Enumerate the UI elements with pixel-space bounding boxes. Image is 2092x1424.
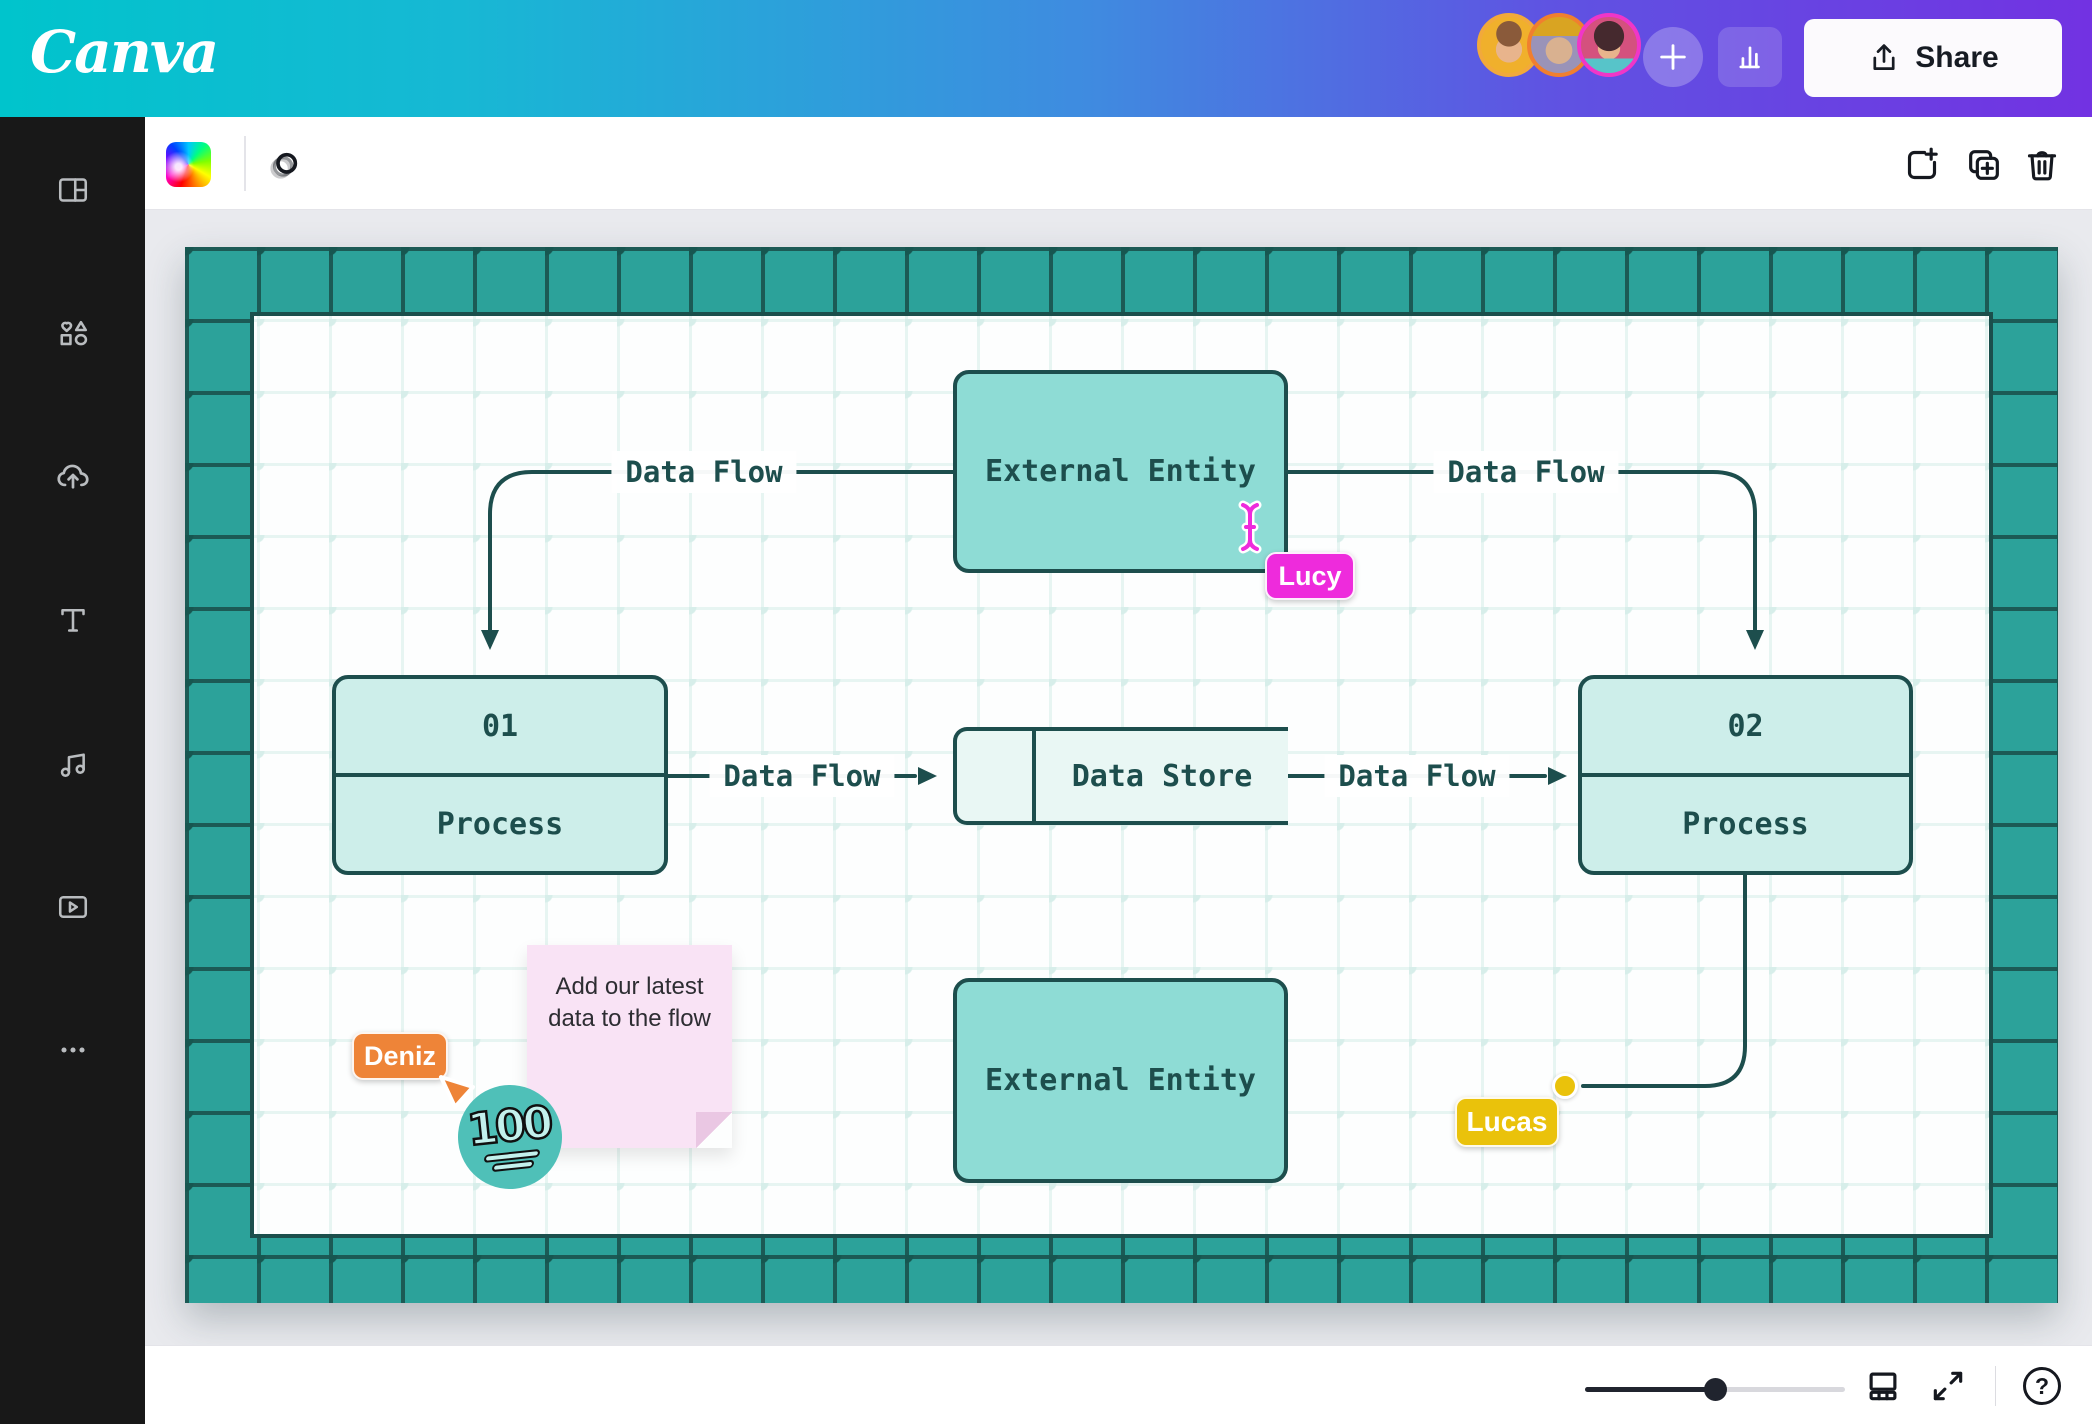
video-play-icon [55, 889, 91, 925]
help-button[interactable]: ? [2023, 1367, 2061, 1405]
node-label: Data Store [1036, 759, 1288, 794]
question-mark-icon: ? [2035, 1373, 2049, 1400]
canva-logo[interactable]: Canva [30, 18, 217, 86]
text-icon [55, 602, 91, 638]
node-label: External Entity [985, 1063, 1256, 1098]
insights-button[interactable] [1718, 27, 1782, 87]
sticky-note-text: Add our latest data to the flow [527, 945, 732, 1034]
pages-grid-icon [1864, 1367, 1902, 1405]
background-color-picker[interactable] [166, 142, 211, 187]
bottom-bar: ? [145, 1345, 2092, 1424]
sidebar-item-design[interactable] [45, 162, 101, 218]
pages-view-button[interactable] [1861, 1364, 1905, 1408]
data-store-cell [957, 731, 1036, 821]
toolbar-divider [244, 136, 246, 191]
add-page-icon [1902, 145, 1942, 185]
sidebar-item-text[interactable] [45, 592, 101, 648]
top-bar: Canva Share [0, 0, 2092, 117]
node-label: External Entity [985, 454, 1256, 489]
collaborator-label-deniz: Deniz [352, 1032, 448, 1080]
duplicate-page-icon [1964, 145, 2004, 185]
lucas-cursor-dot [1552, 1073, 1578, 1099]
upload-cloud-icon [54, 458, 92, 496]
animate-button[interactable] [258, 139, 310, 191]
sidebar-item-video[interactable] [45, 879, 101, 935]
lucy-text-cursor-icon [1233, 497, 1267, 557]
avatar[interactable] [1577, 13, 1641, 77]
sidebar-item-uploads[interactable] [45, 449, 101, 505]
collaborator-name: Lucas [1467, 1106, 1548, 1138]
node-data-store[interactable]: Data Store [953, 727, 1288, 825]
whiteboard-page[interactable]: Data Flow Data Flow Data Flow Data Flow … [185, 247, 2058, 1303]
sidebar-item-elements[interactable] [45, 305, 101, 361]
fullscreen-button[interactable] [1926, 1364, 1970, 1408]
collaborator-name: Deniz [364, 1041, 436, 1072]
canvas-background: Data Flow Data Flow Data Flow Data Flow … [145, 210, 2092, 1345]
music-note-icon [55, 746, 91, 782]
collaborator-name: Lucy [1278, 561, 1341, 592]
design-panels-icon [55, 172, 91, 208]
share-button[interactable]: Share [1804, 19, 2062, 97]
sidebar-item-more[interactable] [45, 1022, 101, 1078]
elements-shapes-icon [55, 315, 91, 351]
ellipsis-icon [55, 1032, 91, 1068]
expand-arrows-icon [1929, 1367, 1967, 1405]
plus-icon [1656, 40, 1690, 74]
delete-page-button[interactable] [2016, 139, 2068, 191]
data-flow-label[interactable]: Data Flow [1433, 451, 1618, 493]
add-collaborator-button[interactable] [1643, 27, 1703, 87]
add-page-button[interactable] [1896, 139, 1948, 191]
zoom-slider[interactable] [1585, 1374, 1845, 1404]
zoom-slider-fill [1585, 1387, 1715, 1392]
bar-chart-icon [1733, 40, 1767, 74]
data-flow-label[interactable]: Data Flow [709, 755, 894, 797]
process-label: Process [1582, 773, 1909, 871]
footer-divider [1995, 1366, 1996, 1406]
data-flow-label[interactable]: Data Flow [1324, 755, 1509, 797]
share-label: Share [1915, 41, 1998, 75]
process-label: Process [336, 773, 664, 871]
duplicate-page-button[interactable] [1958, 139, 2010, 191]
share-icon [1867, 41, 1901, 75]
collaborator-label-lucas: Lucas [1455, 1097, 1559, 1147]
data-flow-label[interactable]: Data Flow [611, 451, 796, 493]
object-panel-rail [0, 117, 145, 1424]
motion-circle-icon [264, 145, 304, 185]
process-number: 01 [336, 679, 664, 773]
deniz-cursor-icon [437, 1073, 481, 1117]
node-process-01[interactable]: 01 Process [332, 675, 668, 875]
collaborator-label-lucy: Lucy [1265, 552, 1355, 600]
process-number: 02 [1582, 679, 1909, 773]
editor-toolbar [145, 117, 2092, 210]
zoom-slider-thumb[interactable] [1704, 1378, 1727, 1401]
node-process-02[interactable]: 02 Process [1578, 675, 1913, 875]
sidebar-item-audio[interactable] [45, 736, 101, 792]
trash-icon [2022, 145, 2062, 185]
node-external-entity-bottom[interactable]: External Entity [953, 978, 1288, 1183]
